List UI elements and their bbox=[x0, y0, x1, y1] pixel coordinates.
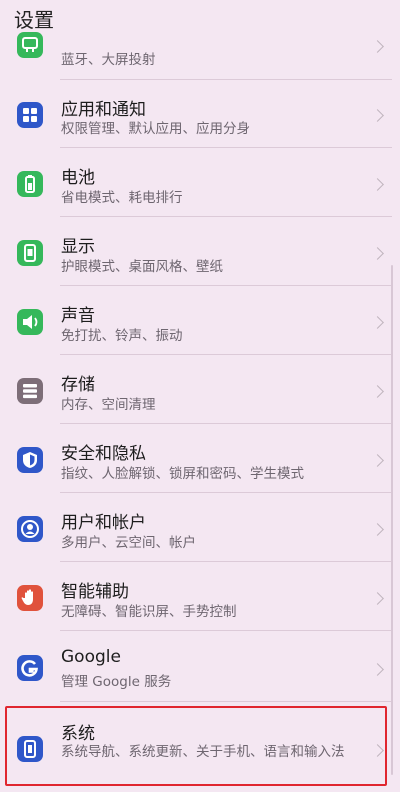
settings-item-title: 安全和隐私 bbox=[61, 444, 146, 464]
settings-item-security[interactable]: 安全和隐私 指纹、人脸解锁、锁屏和密码、学生模式 bbox=[0, 424, 400, 493]
chevron-right-icon bbox=[371, 178, 384, 191]
settings-item-subtitle: 蓝牙、大屏投射 bbox=[61, 52, 156, 68]
settings-item-subtitle: 省电模式、耗电排行 bbox=[61, 190, 183, 206]
settings-item-users[interactable]: 用户和帐户 多用户、云空间、帐户 bbox=[0, 493, 400, 562]
display-icon bbox=[17, 240, 43, 266]
user-icon bbox=[17, 516, 43, 542]
settings-item-device-connection[interactable]: 蓝牙、大屏投射 bbox=[0, 24, 400, 80]
battery-icon bbox=[17, 171, 43, 197]
google-icon bbox=[17, 655, 43, 681]
settings-item-title: 存储 bbox=[61, 375, 95, 395]
settings-item-title: 智能辅助 bbox=[61, 582, 129, 602]
chevron-right-icon bbox=[371, 592, 384, 605]
settings-item-subtitle: 权限管理、默认应用、应用分身 bbox=[61, 121, 250, 137]
settings-item-subtitle: 多用户、云空间、帐户 bbox=[61, 535, 196, 551]
phone-icon bbox=[17, 736, 43, 762]
settings-item-title: 应用和通知 bbox=[61, 100, 146, 120]
settings-item-system[interactable]: 系统 系统导航、系统更新、关于手机、语言和输入法 bbox=[0, 702, 400, 792]
chevron-right-icon bbox=[371, 316, 384, 329]
storage-icon bbox=[17, 378, 43, 404]
app-header: 设置 bbox=[0, 0, 400, 32]
chevron-right-icon bbox=[371, 40, 384, 53]
settings-item-subtitle: 无障碍、智能识屏、手势控制 bbox=[61, 604, 237, 620]
settings-item-battery[interactable]: 电池 省电模式、耗电排行 bbox=[0, 148, 400, 217]
settings-item-apps[interactable]: 应用和通知 权限管理、默认应用、应用分身 bbox=[0, 80, 400, 148]
settings-item-title: 系统 bbox=[61, 724, 95, 744]
settings-list: 蓝牙、大屏投射 应用和通知 权限管理、默认应用、应用分身 电池 省电模式、耗电排… bbox=[0, 0, 400, 792]
settings-item-title: Google bbox=[61, 647, 121, 667]
chevron-right-icon bbox=[371, 385, 384, 398]
chevron-right-icon bbox=[371, 109, 384, 122]
apps-icon bbox=[17, 102, 43, 128]
chevron-right-icon bbox=[371, 663, 384, 676]
chevron-right-icon bbox=[371, 523, 384, 536]
sound-icon bbox=[17, 309, 43, 335]
settings-item-accessibility[interactable]: 智能辅助 无障碍、智能识屏、手势控制 bbox=[0, 562, 400, 631]
settings-item-display[interactable]: 显示 护眼模式、桌面风格、壁纸 bbox=[0, 217, 400, 286]
settings-item-google[interactable]: Google 管理 Google 服务 bbox=[0, 631, 400, 702]
chevron-right-icon bbox=[371, 454, 384, 467]
chevron-right-icon bbox=[371, 744, 384, 757]
settings-item-storage[interactable]: 存储 内存、空间清理 bbox=[0, 355, 400, 424]
settings-item-title: 电池 bbox=[61, 168, 95, 188]
projection-icon bbox=[17, 32, 43, 58]
scrollbar[interactable] bbox=[391, 265, 393, 775]
settings-item-subtitle: 指纹、人脸解锁、锁屏和密码、学生模式 bbox=[61, 466, 304, 482]
settings-item-subtitle: 系统导航、系统更新、关于手机、语言和输入法 bbox=[61, 744, 345, 760]
shield-icon bbox=[17, 447, 43, 473]
settings-item-title: 用户和帐户 bbox=[61, 513, 146, 533]
settings-item-subtitle: 护眼模式、桌面风格、壁纸 bbox=[61, 259, 223, 275]
hand-icon bbox=[17, 585, 43, 611]
settings-item-subtitle: 免打扰、铃声、振动 bbox=[61, 328, 183, 344]
settings-item-subtitle: 管理 Google 服务 bbox=[61, 674, 172, 690]
settings-item-title: 显示 bbox=[61, 237, 95, 257]
settings-item-sound[interactable]: 声音 免打扰、铃声、振动 bbox=[0, 286, 400, 355]
page-title: 设置 bbox=[14, 8, 54, 32]
chevron-right-icon bbox=[371, 247, 384, 260]
settings-item-subtitle: 内存、空间清理 bbox=[61, 397, 156, 413]
settings-item-title: 声音 bbox=[61, 306, 95, 326]
